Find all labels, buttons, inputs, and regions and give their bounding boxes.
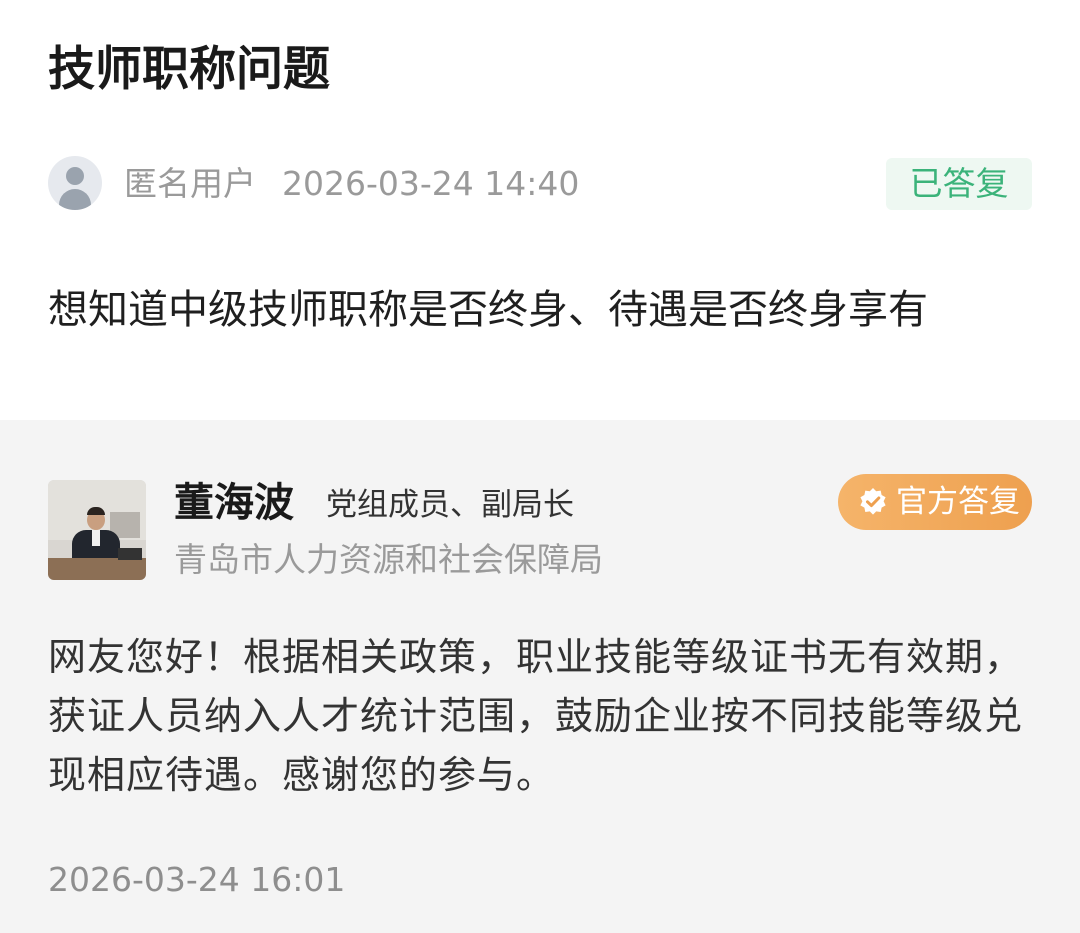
question-timestamp: 2026-03-24 14:40 [282, 164, 580, 203]
asker-name: 匿名用户 [124, 164, 256, 203]
question-title: 技师职称问题 [48, 42, 330, 97]
official-reply-label: 官方答复 [896, 484, 1020, 520]
user-avatar-icon [48, 156, 102, 210]
photo-laptop [118, 548, 142, 560]
question-section: 技师职称问题 匿名用户 2026-03-24 14:40 已答复 想知道中级技师… [0, 0, 1080, 420]
verified-check-icon [860, 488, 886, 515]
official-name[interactable]: 董海波 [174, 476, 294, 530]
answer-timestamp: 2026-03-24 16:01 [48, 860, 346, 899]
answer-section: 董海波 党组成员、副局长 青岛市人力资源和社会保障局 官方答复 网友您好！根据相… [0, 420, 1080, 933]
answer-text: 网友您好！根据相关政策，职业技能等级证书无有效期，获证人员纳入人才统计范围，鼓励… [48, 635, 1024, 797]
photo-person-hair [87, 507, 105, 515]
question-body: 想知道中级技师职称是否终身、待遇是否终身享有 [48, 287, 928, 333]
avatar-head-shape [66, 167, 84, 185]
status-badge: 已答复 [886, 158, 1032, 210]
photo-desk [48, 558, 146, 580]
photo-person-shirt [92, 530, 100, 546]
official-department: 青岛市人力资源和社会保障局 [174, 540, 603, 579]
official-position: 党组成员、副局长 [326, 487, 574, 523]
official-avatar[interactable] [48, 480, 146, 580]
official-reply-badge: 官方答复 [838, 474, 1032, 530]
avatar-body-shape [59, 189, 91, 210]
